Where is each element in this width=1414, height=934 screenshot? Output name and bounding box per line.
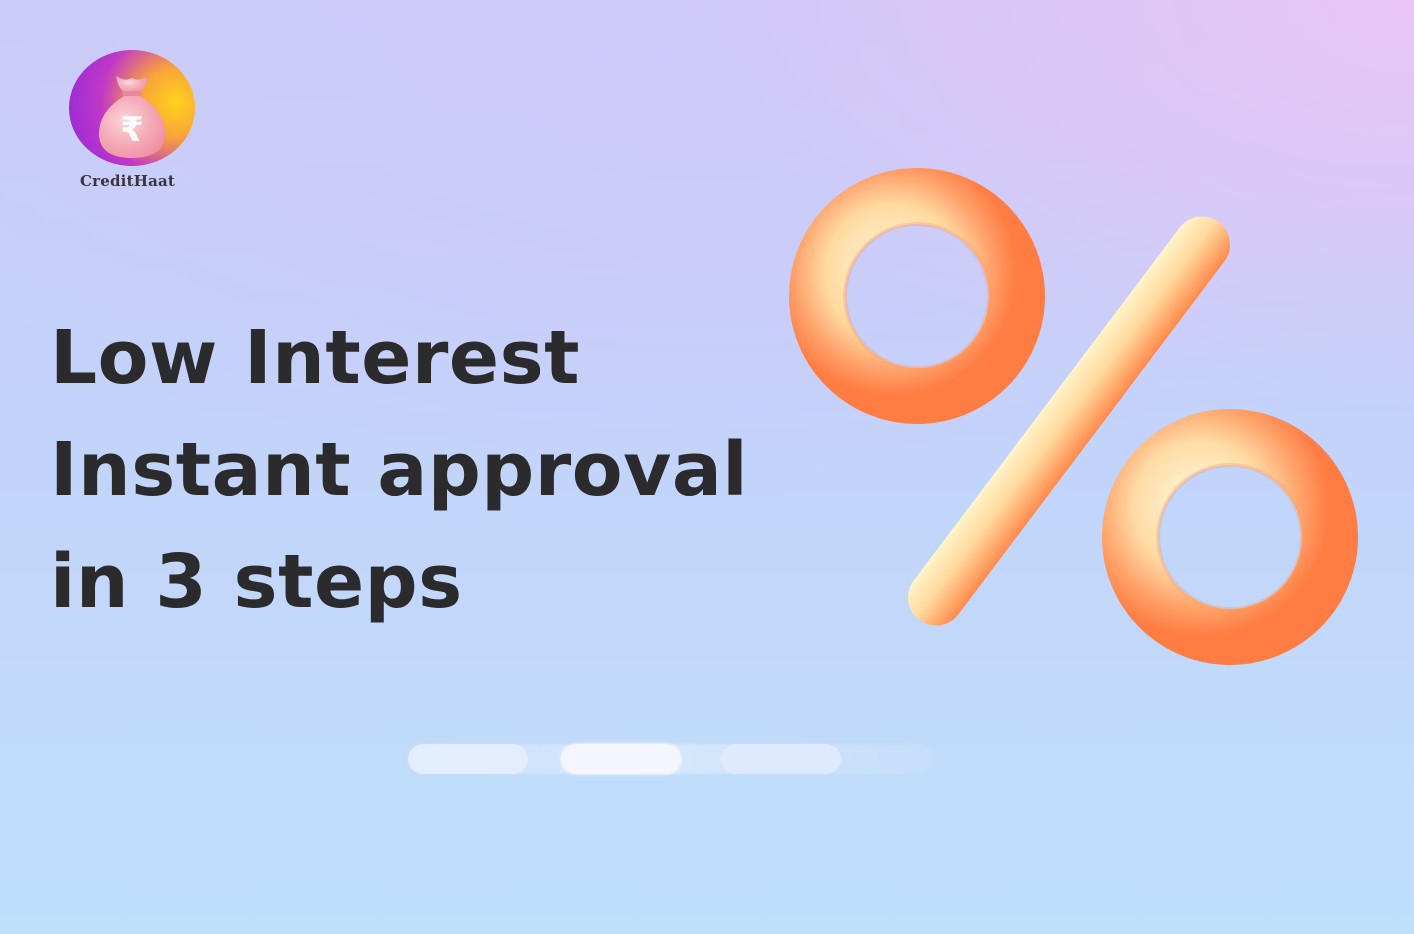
pagination-dot-1[interactable] <box>408 744 528 774</box>
headline-line-3: in 3 steps <box>50 539 463 625</box>
hero-headline: Low Interest Instant approval in 3 steps <box>50 302 748 638</box>
money-bag-icon: ₹ <box>98 76 166 158</box>
headline-line-1: Low Interest <box>50 315 580 401</box>
brand-logo: ₹ CreditHaat <box>60 46 210 196</box>
headline-line-2: Instant approval <box>50 427 749 513</box>
pagination-dot-3[interactable] <box>721 744 841 774</box>
pagination-dot-2-active[interactable] <box>561 744 681 774</box>
rupee-symbol: ₹ <box>120 110 144 150</box>
percent-icon <box>789 168 1358 665</box>
carousel-pagination <box>408 744 934 774</box>
brand-name: CreditHaat <box>80 172 176 190</box>
